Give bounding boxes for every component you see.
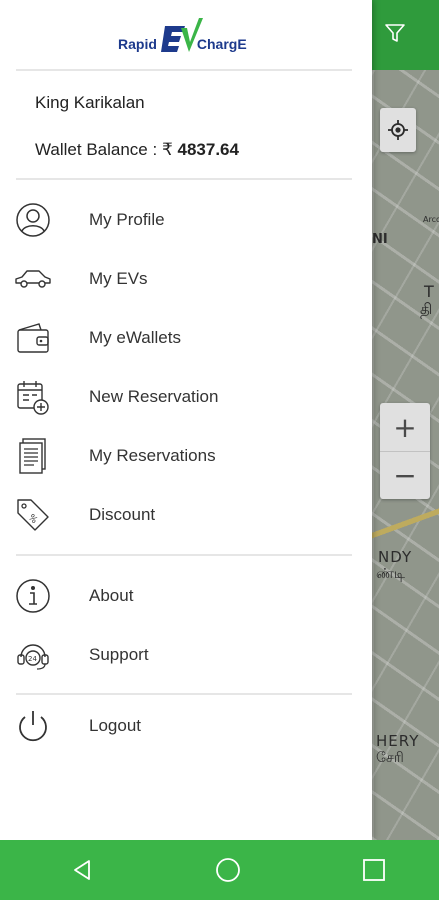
menu-item-my-profile[interactable]: My Profile — [0, 192, 372, 248]
wallet-balance-amount: 4837.64 — [177, 140, 239, 159]
menu-item-label: New Reservation — [89, 387, 219, 406]
menu-item-label: Support — [89, 645, 149, 664]
discount-tag-icon: % — [14, 496, 52, 534]
menu-item-label: About — [89, 586, 134, 605]
svg-text:24: 24 — [28, 655, 37, 663]
menu-item-support[interactable]: 24 Support — [0, 627, 372, 683]
logout-label: Logout — [89, 716, 141, 735]
menu-item-discount[interactable]: % Discount — [0, 487, 372, 543]
logout-button[interactable]: Logout — [0, 698, 372, 754]
recents-button[interactable] — [358, 854, 390, 886]
navigation-drawer: Rapid ChargE King Karikalan Wallet Balan… — [0, 0, 372, 840]
home-button[interactable] — [212, 854, 244, 886]
menu-item-label: Discount — [89, 505, 156, 524]
back-button[interactable] — [66, 854, 98, 886]
car-icon — [14, 260, 52, 298]
menu-item-my-ewallets[interactable]: My eWallets — [0, 310, 372, 366]
menu-item-new-reservation[interactable]: New Reservation — [0, 369, 372, 425]
currency-symbol: ₹ — [161, 140, 173, 159]
divider — [16, 554, 352, 556]
document-list-icon — [14, 437, 52, 475]
info-icon — [14, 577, 52, 615]
calendar-add-icon — [14, 378, 52, 416]
menu-item-label: My EVs — [89, 269, 148, 288]
divider — [16, 178, 352, 180]
rapid-ev-charge-logo: Rapid ChargE — [118, 10, 258, 60]
wallet-balance-label: Wallet Balance : — [35, 140, 162, 159]
support-24-icon: 24 — [14, 636, 52, 674]
menu-item-my-reservations[interactable]: My Reservations — [0, 428, 372, 484]
back-triangle-icon — [74, 860, 90, 880]
logo-word-rapid: Rapid — [118, 36, 157, 52]
divider — [16, 69, 352, 71]
menu-item-my-evs[interactable]: My EVs — [0, 251, 372, 307]
wallet-balance: Wallet Balance : ₹ 4837.64 — [35, 140, 239, 160]
power-icon — [14, 707, 52, 745]
wallet-icon — [14, 319, 52, 357]
divider — [16, 693, 352, 695]
home-circle-icon — [216, 858, 240, 882]
drawer-scrim[interactable] — [372, 70, 439, 840]
menu-item-label: My eWallets — [89, 328, 181, 347]
svg-text:%: % — [26, 513, 39, 526]
menu-item-label: My Profile — [89, 210, 165, 229]
filter-icon[interactable] — [384, 22, 406, 44]
profile-icon — [14, 201, 52, 239]
menu-item-label: My Reservations — [89, 446, 216, 465]
logo-ev-mark — [159, 14, 205, 60]
system-navigation-bar — [0, 840, 439, 900]
menu-item-about[interactable]: About — [0, 568, 372, 624]
recents-square-icon — [363, 859, 385, 881]
user-name: King Karikalan — [35, 93, 145, 112]
